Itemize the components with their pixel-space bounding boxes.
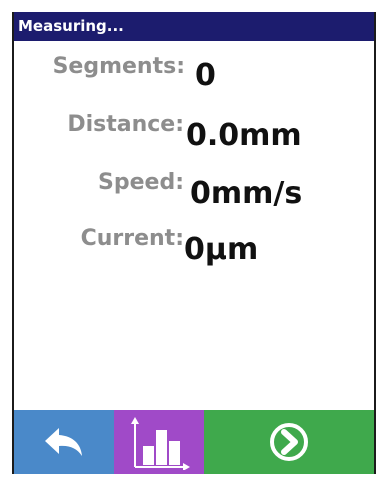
distance-reading: Distance: 0.0mm bbox=[14, 110, 374, 156]
segments-label: Segments: bbox=[52, 54, 185, 79]
speed-value: 0mm/s bbox=[190, 176, 303, 211]
distance-value: 0.0mm bbox=[186, 118, 302, 153]
speed-reading: Speed: 0mm/s bbox=[14, 168, 374, 214]
chart-button[interactable] bbox=[114, 410, 204, 474]
next-button[interactable] bbox=[204, 410, 374, 474]
title-bar: Measuring... bbox=[14, 12, 374, 41]
current-value: 0µm bbox=[184, 232, 259, 267]
distance-label: Distance: bbox=[67, 112, 184, 137]
current-reading: Current: 0µm bbox=[14, 224, 374, 270]
segments-reading: Segments: 0 bbox=[14, 52, 374, 98]
segments-value: 0 bbox=[195, 58, 216, 93]
circle-chevron-right-icon bbox=[270, 423, 308, 461]
bottom-toolbar bbox=[14, 410, 374, 474]
bar-chart-icon bbox=[131, 417, 190, 470]
back-arrow-icon bbox=[45, 428, 82, 456]
current-label: Current: bbox=[80, 226, 184, 251]
screen-title: Measuring... bbox=[18, 17, 124, 35]
back-button[interactable] bbox=[14, 410, 114, 474]
speed-label: Speed: bbox=[98, 170, 184, 195]
measuring-screen: Measuring... Segments: 0 Distance: 0.0mm… bbox=[12, 12, 376, 474]
